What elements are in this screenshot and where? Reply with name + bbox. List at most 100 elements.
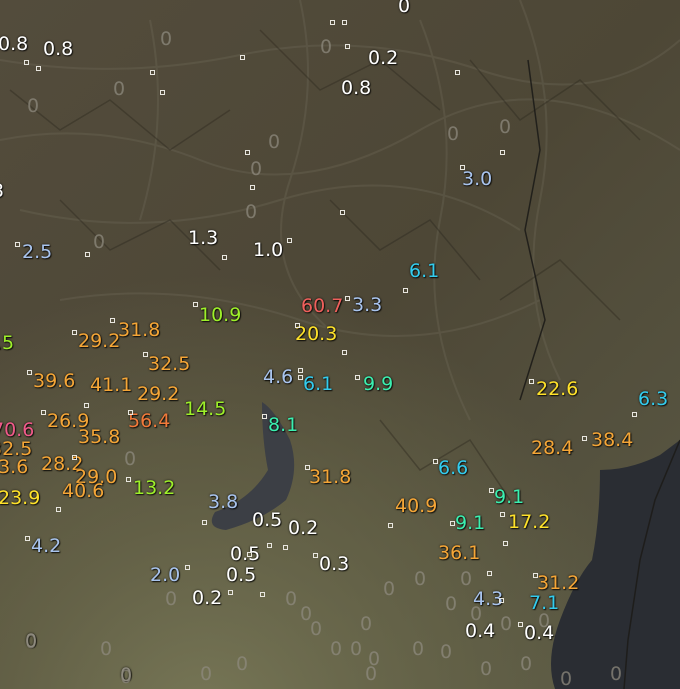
station-value-label: 0.3	[319, 553, 350, 575]
zero-value-label: 0	[365, 663, 378, 685]
station-value-label: 10.9	[199, 304, 242, 326]
station-marker[interactable]	[313, 553, 318, 558]
station-marker[interactable]	[245, 150, 250, 155]
station-value-label: 6.3	[638, 388, 669, 410]
zero-value-label: 0	[414, 568, 427, 590]
station-marker[interactable]	[533, 573, 538, 578]
zero-value-label: 0	[320, 36, 333, 58]
station-value-label: 29.2	[137, 383, 180, 405]
station-marker[interactable]	[295, 323, 300, 328]
station-marker[interactable]	[455, 70, 460, 75]
zero-value-label: 0	[480, 658, 493, 680]
station-marker[interactable]	[345, 44, 350, 49]
station-marker[interactable]	[250, 185, 255, 190]
station-marker[interactable]	[25, 536, 30, 541]
station-marker[interactable]	[518, 622, 523, 627]
station-marker[interactable]	[143, 352, 148, 357]
station-marker[interactable]	[15, 242, 20, 247]
station-marker[interactable]	[128, 410, 133, 415]
station-marker[interactable]	[503, 541, 508, 546]
station-marker[interactable]	[267, 543, 272, 548]
station-value-label: 3.0	[462, 168, 493, 190]
precipitation-map[interactable]: 0.8 0.8 0 0.2 0.8 3 3.0 2.5 1.3 1.0 6.1 60.7 3.3 10.9…	[0, 0, 680, 689]
station-marker[interactable]	[529, 379, 534, 384]
zero-value-label: 0	[383, 578, 396, 600]
station-marker[interactable]	[126, 477, 131, 482]
zero-value-label: 0	[460, 568, 473, 590]
station-marker[interactable]	[41, 410, 46, 415]
station-marker[interactable]	[403, 288, 408, 293]
zero-value-label: 0	[93, 231, 106, 253]
station-value-label: 13.2	[133, 477, 176, 499]
station-value-label: 20.3	[295, 323, 338, 345]
station-marker[interactable]	[85, 252, 90, 257]
station-marker[interactable]	[283, 545, 288, 550]
station-marker[interactable]	[110, 318, 115, 323]
station-marker[interactable]	[72, 455, 77, 460]
station-marker[interactable]	[222, 255, 227, 260]
station-marker[interactable]	[433, 459, 438, 464]
station-marker[interactable]	[500, 150, 505, 155]
station-marker[interactable]	[228, 590, 233, 595]
station-marker[interactable]	[287, 238, 292, 243]
station-marker[interactable]	[185, 565, 190, 570]
zero-value-label: 0	[120, 666, 133, 688]
station-marker[interactable]	[489, 488, 494, 493]
station-value-label: 0.5	[226, 564, 257, 586]
station-marker[interactable]	[632, 412, 637, 417]
station-marker[interactable]	[160, 90, 165, 95]
station-value-label: 9.1	[455, 512, 486, 534]
station-marker[interactable]	[202, 520, 207, 525]
zero-value-label: 0	[268, 131, 281, 153]
zero-value-label: 0	[300, 603, 313, 625]
station-marker[interactable]	[450, 521, 455, 526]
zero-value-label: 0	[447, 123, 460, 145]
station-value-label: 31.8	[309, 466, 352, 488]
station-marker[interactable]	[36, 66, 41, 71]
station-marker[interactable]	[56, 507, 61, 512]
station-marker[interactable]	[355, 375, 360, 380]
station-value-label: 40.6	[62, 480, 105, 502]
station-marker[interactable]	[342, 350, 347, 355]
station-marker[interactable]	[72, 330, 77, 335]
station-marker[interactable]	[262, 414, 267, 419]
station-marker[interactable]	[24, 60, 29, 65]
zero-value-label: 0	[470, 603, 483, 625]
station-marker[interactable]	[247, 552, 252, 557]
station-marker[interactable]	[305, 465, 310, 470]
station-value-label: 6.1	[303, 373, 334, 395]
station-marker[interactable]	[27, 370, 32, 375]
station-value-label: 8.1	[268, 414, 299, 436]
station-marker[interactable]	[499, 598, 504, 603]
station-marker[interactable]	[487, 571, 492, 576]
station-value-label: 0.2	[192, 587, 223, 609]
zero-value-label: 0	[113, 78, 126, 100]
station-value-label: 0.5	[252, 509, 283, 531]
zero-value-label: 0	[285, 588, 298, 610]
station-marker[interactable]	[330, 20, 335, 25]
station-value-label: 6.1	[409, 260, 440, 282]
station-value-label: 41.1	[90, 374, 133, 396]
station-marker[interactable]	[240, 55, 245, 60]
station-marker[interactable]	[340, 210, 345, 215]
station-value-label: 31.8	[118, 319, 161, 341]
station-marker[interactable]	[388, 523, 393, 528]
station-marker[interactable]	[345, 296, 350, 301]
station-marker[interactable]	[582, 436, 587, 441]
station-marker[interactable]	[150, 70, 155, 75]
zero-value-label: 0	[610, 663, 623, 685]
zero-value-label: 0	[350, 638, 363, 660]
station-marker[interactable]	[298, 375, 303, 380]
station-value-label: 36.1	[438, 542, 481, 564]
station-marker[interactable]	[298, 368, 303, 373]
station-marker[interactable]	[84, 403, 89, 408]
station-marker[interactable]	[260, 592, 265, 597]
station-marker[interactable]	[193, 302, 198, 307]
station-marker[interactable]	[500, 512, 505, 517]
station-value-label: 56.4	[128, 410, 171, 432]
station-value-label: 0.8	[341, 77, 372, 99]
zero-value-label: 0	[440, 641, 453, 663]
station-marker[interactable]	[342, 20, 347, 25]
station-marker[interactable]	[460, 165, 465, 170]
zero-value-label: 0	[100, 638, 113, 660]
